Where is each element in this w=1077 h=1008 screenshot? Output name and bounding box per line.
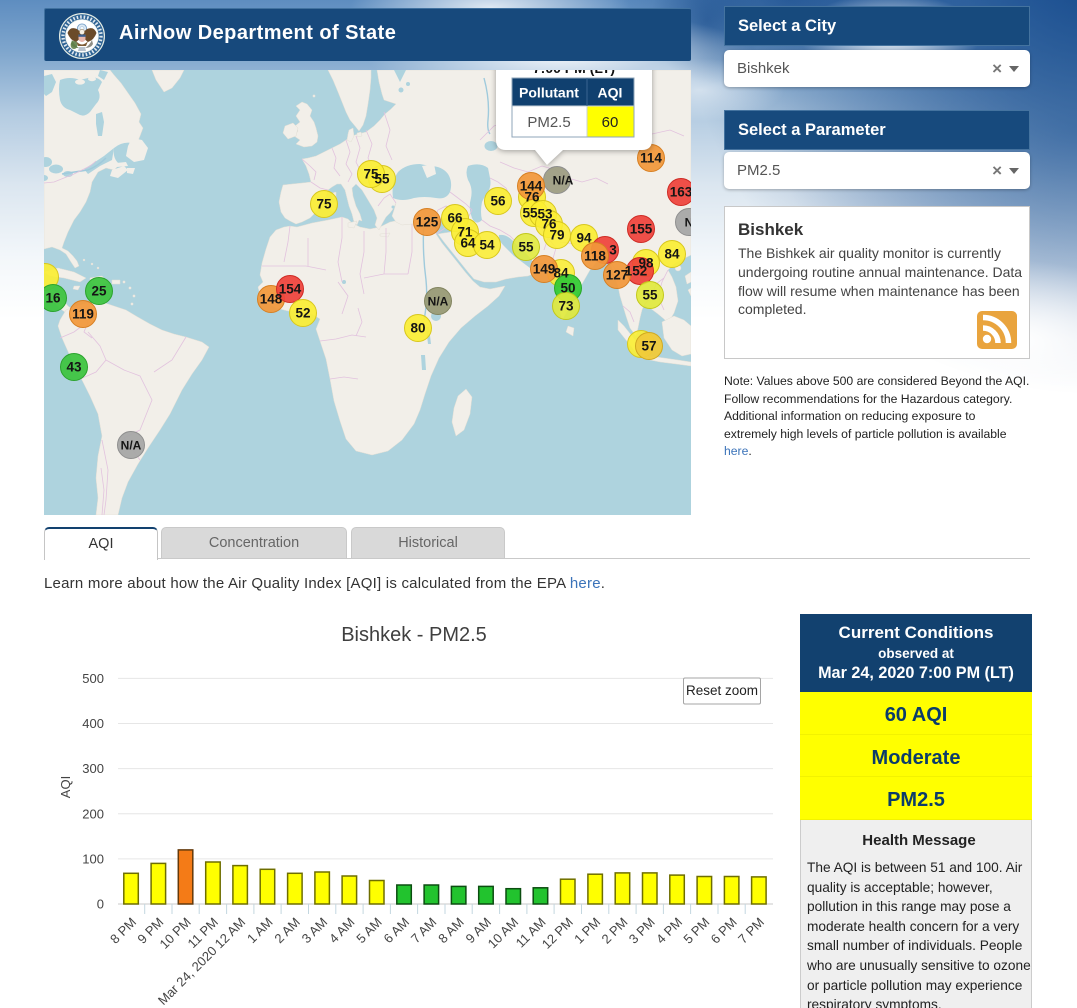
svg-text:3 AM: 3 AM <box>299 915 331 947</box>
svg-text:50: 50 <box>560 281 575 296</box>
svg-text:4 AM: 4 AM <box>326 915 358 947</box>
svg-text:Reset zoom: Reset zoom <box>686 683 758 698</box>
svg-text:43: 43 <box>66 360 82 375</box>
svg-text:144: 144 <box>520 179 543 194</box>
svg-text:155: 155 <box>630 222 653 237</box>
svg-text:300: 300 <box>82 761 104 776</box>
svg-text:73: 73 <box>558 299 574 314</box>
svg-text:7:00 PM (LT): 7:00 PM (LT) <box>533 70 615 76</box>
svg-text:127: 127 <box>606 268 629 283</box>
svg-text:5 AM: 5 AM <box>353 915 385 947</box>
svg-text:25: 25 <box>91 284 107 299</box>
svg-text:54: 54 <box>479 238 495 253</box>
svg-text:94: 94 <box>576 231 592 246</box>
svg-text:Pollutant: Pollutant <box>519 85 579 101</box>
svg-text:0: 0 <box>97 897 104 912</box>
svg-text:75: 75 <box>363 167 379 182</box>
svg-text:16: 16 <box>45 291 61 306</box>
svg-text:75: 75 <box>316 197 332 212</box>
svg-text:114: 114 <box>640 151 662 166</box>
svg-text:8 PM: 8 PM <box>107 915 139 947</box>
svg-text:400: 400 <box>82 716 104 731</box>
svg-text:84: 84 <box>553 266 569 281</box>
svg-text:55: 55 <box>518 240 534 255</box>
svg-text:163: 163 <box>670 185 691 200</box>
svg-text:PM2.5: PM2.5 <box>527 114 570 131</box>
svg-text:125: 125 <box>416 215 439 230</box>
svg-text:55: 55 <box>522 206 538 221</box>
svg-text:154: 154 <box>279 282 302 297</box>
svg-text:N/A: N/A <box>553 174 574 188</box>
svg-text:2 AM: 2 AM <box>271 915 303 947</box>
svg-text:64: 64 <box>460 236 476 251</box>
svg-text:84: 84 <box>664 247 680 262</box>
svg-text:500: 500 <box>82 671 104 686</box>
svg-text:8 AM: 8 AM <box>435 915 467 947</box>
svg-text:N: N <box>685 216 691 230</box>
svg-text:1 PM: 1 PM <box>571 915 603 947</box>
svg-text:200: 200 <box>82 806 104 821</box>
svg-text:80: 80 <box>410 321 425 336</box>
svg-text:N/A: N/A <box>121 439 142 453</box>
svg-text:57: 57 <box>641 339 656 354</box>
svg-text:N/A: N/A <box>428 295 449 309</box>
svg-text:118: 118 <box>584 249 606 264</box>
svg-text:79: 79 <box>549 228 564 243</box>
svg-text:6 PM: 6 PM <box>708 915 740 947</box>
svg-text:10 PM: 10 PM <box>157 915 194 952</box>
svg-text:7 PM: 7 PM <box>735 915 767 947</box>
svg-text:10 AM: 10 AM <box>485 915 522 952</box>
svg-text:100: 100 <box>82 851 104 866</box>
svg-text:5 PM: 5 PM <box>680 915 712 947</box>
svg-text:12 PM: 12 PM <box>539 915 576 952</box>
svg-text:6 AM: 6 AM <box>381 915 413 947</box>
svg-text:66: 66 <box>447 211 463 226</box>
svg-text:56: 56 <box>490 194 506 209</box>
svg-text:3: 3 <box>609 243 617 258</box>
svg-text:60: 60 <box>602 114 619 131</box>
svg-text:7 AM: 7 AM <box>408 915 440 947</box>
svg-text:AQI: AQI <box>598 85 623 101</box>
svg-text:4 PM: 4 PM <box>653 915 685 947</box>
svg-text:52: 52 <box>295 306 310 321</box>
svg-text:3 PM: 3 PM <box>626 915 658 947</box>
svg-text:1 AM: 1 AM <box>244 915 276 947</box>
svg-text:2 PM: 2 PM <box>598 915 630 947</box>
svg-text:Bishkek - PM2.5: Bishkek - PM2.5 <box>341 624 487 646</box>
svg-text:AQI: AQI <box>58 776 73 798</box>
svg-text:55: 55 <box>642 288 658 303</box>
svg-text:119: 119 <box>72 307 94 322</box>
svg-text:149: 149 <box>533 262 556 277</box>
